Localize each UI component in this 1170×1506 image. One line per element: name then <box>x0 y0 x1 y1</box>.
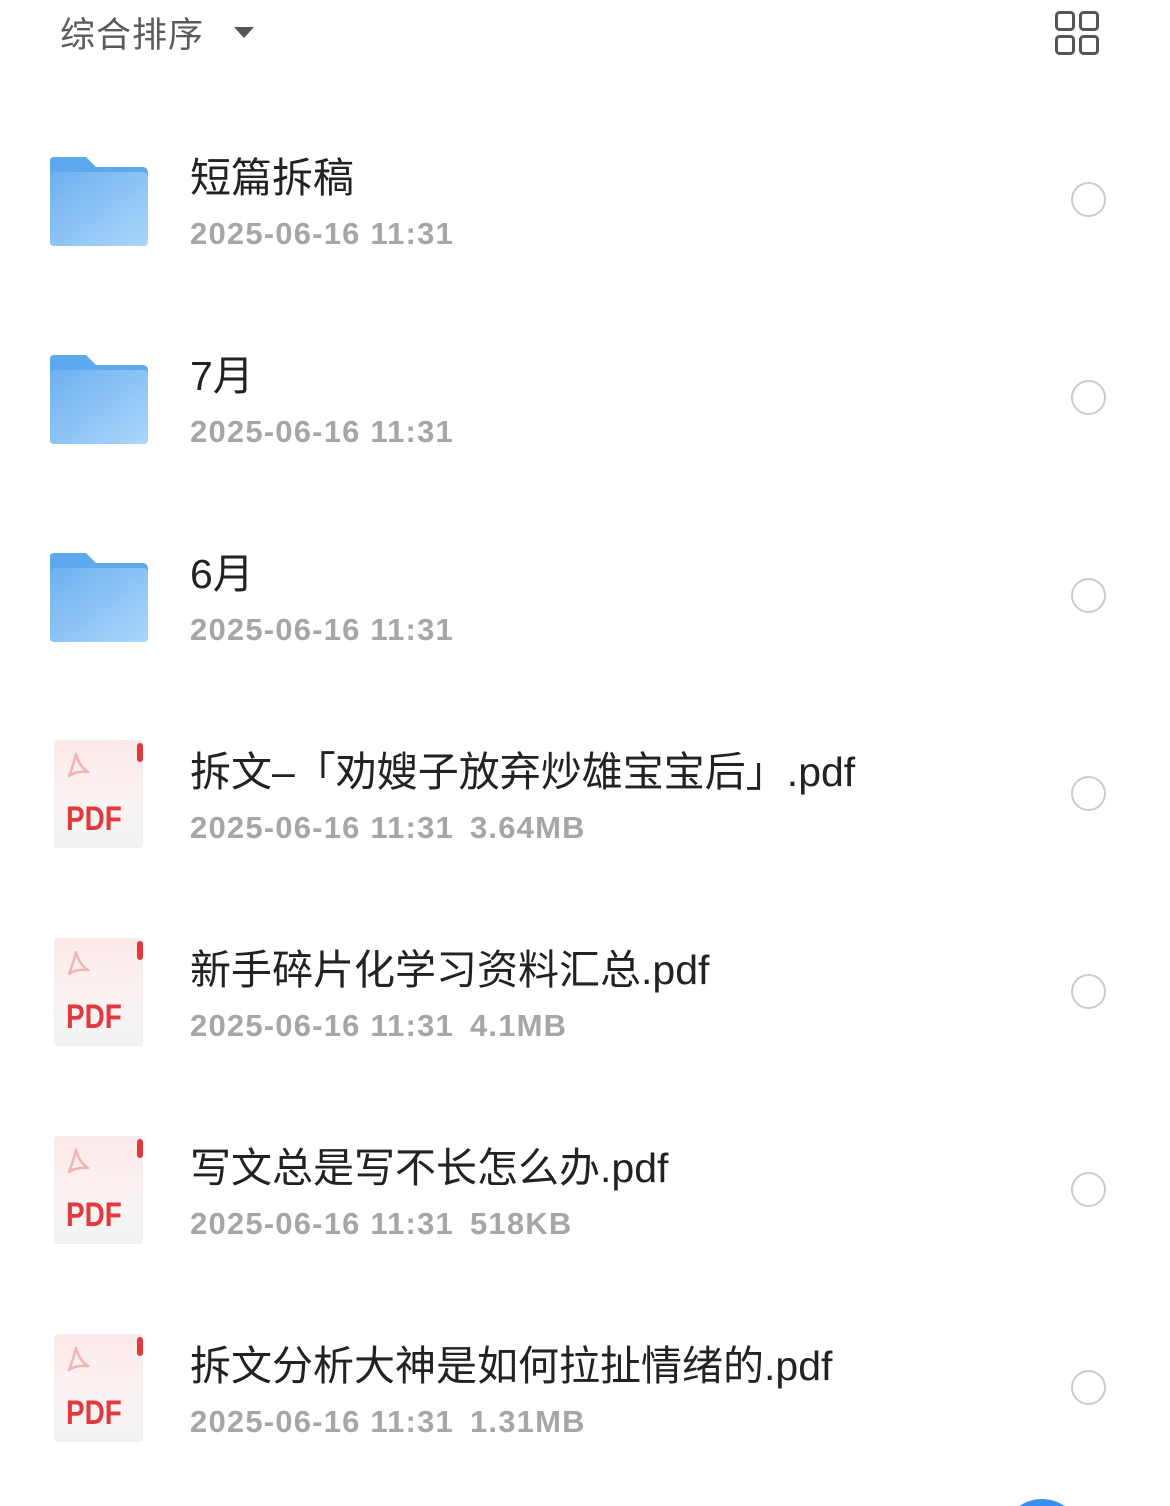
select-checkbox[interactable] <box>1071 1370 1106 1405</box>
pdf-badge-label: PDF <box>66 1393 122 1431</box>
select-checkbox[interactable] <box>1071 380 1106 415</box>
file-list-item[interactable]: 短篇拆稿 2025-06-16 11:31 <box>0 101 1170 299</box>
file-modified-date: 2025-06-16 11:31 <box>190 216 454 251</box>
file-name: 写文总是写不长怎么办.pdf <box>190 1145 669 1191</box>
file-list-item[interactable]: PDF 新手碎片化学习资料汇总.pdf 2025-06-16 11:31 4.1M… <box>0 893 1170 1091</box>
file-modified-date: 2025-06-16 11:31 <box>190 414 454 449</box>
select-checkbox[interactable] <box>1071 974 1106 1009</box>
caret-down-icon <box>234 26 255 38</box>
file-meta: 2025-06-16 11:31 3.64MB <box>190 808 586 848</box>
pdf-file-icon: PDF <box>54 1334 143 1442</box>
file-name: 拆文–「劝嫂子放弃炒雄宝宝后」.pdf <box>190 749 856 795</box>
file-modified-date: 2025-06-16 11:31 <box>190 1008 454 1043</box>
folder-icon <box>50 553 148 642</box>
sort-label: 综合排序 <box>60 15 205 55</box>
file-meta: 2025-06-16 11:31 518KB <box>190 1204 572 1244</box>
file-name: 7月 <box>190 353 254 399</box>
file-size: 4.1MB <box>469 1008 568 1043</box>
file-size: 518KB <box>469 1206 573 1241</box>
file-list-item[interactable]: PDF 拆文–「劝嫂子放弃炒雄宝宝后」.pdf 2025-06-16 11:31… <box>0 695 1170 893</box>
select-checkbox[interactable] <box>1071 776 1106 811</box>
file-name: 新手碎片化学习资料汇总.pdf <box>190 947 710 993</box>
pdf-badge-label: PDF <box>66 799 122 837</box>
toolbar: 综合排序 <box>0 0 1170 70</box>
file-list-item[interactable]: PDF 拆文分析大神是如何拉扯情绪的.pdf 2025-06-16 11:31 1… <box>0 1289 1170 1487</box>
folder-icon <box>50 355 148 444</box>
file-modified-date: 2025-06-16 11:31 <box>190 810 454 845</box>
file-meta: 2025-06-16 11:31 <box>190 412 454 452</box>
file-meta: 2025-06-16 11:31 <box>190 214 454 254</box>
file-name: 短篇拆稿 <box>190 155 354 201</box>
folder-icon <box>50 157 148 246</box>
pdf-badge-label: PDF <box>66 997 122 1035</box>
file-name: 拆文分析大神是如何拉扯情绪的.pdf <box>190 1343 833 1389</box>
file-size: 1.31MB <box>469 1404 586 1439</box>
file-list-item[interactable]: 6月 2025-06-16 11:31 <box>0 497 1170 695</box>
file-meta: 2025-06-16 11:31 <box>190 610 454 650</box>
file-modified-date: 2025-06-16 11:31 <box>190 612 454 647</box>
floating-action-button[interactable] <box>1002 1497 1082 1506</box>
file-list-item[interactable]: 7月 2025-06-16 11:31 <box>0 299 1170 497</box>
file-list: 短篇拆稿 2025-06-16 11:31 7月 2025-06-16 11:3… <box>0 101 1170 1487</box>
pdf-badge-label: PDF <box>66 1195 122 1233</box>
file-list-item[interactable]: PDF 写文总是写不长怎么办.pdf 2025-06-16 11:31 518KB <box>0 1091 1170 1289</box>
select-checkbox[interactable] <box>1071 1172 1106 1207</box>
file-size: 3.64MB <box>469 810 586 845</box>
pdf-file-icon: PDF <box>54 1136 143 1244</box>
floating-action-button-icon <box>1019 1499 1065 1506</box>
grid-view-icon <box>1055 11 1099 55</box>
pdf-file-icon: PDF <box>54 740 143 848</box>
file-name: 6月 <box>190 551 254 597</box>
pdf-file-icon: PDF <box>54 938 143 1046</box>
file-modified-date: 2025-06-16 11:31 <box>190 1206 454 1241</box>
sort-dropdown[interactable]: 综合排序 <box>60 8 255 56</box>
select-checkbox[interactable] <box>1071 182 1106 217</box>
file-meta: 2025-06-16 11:31 4.1MB <box>190 1006 567 1046</box>
file-modified-date: 2025-06-16 11:31 <box>190 1404 454 1439</box>
select-checkbox[interactable] <box>1071 578 1106 613</box>
file-meta: 2025-06-16 11:31 1.31MB <box>190 1402 586 1442</box>
view-toggle-button[interactable] <box>1052 8 1102 58</box>
